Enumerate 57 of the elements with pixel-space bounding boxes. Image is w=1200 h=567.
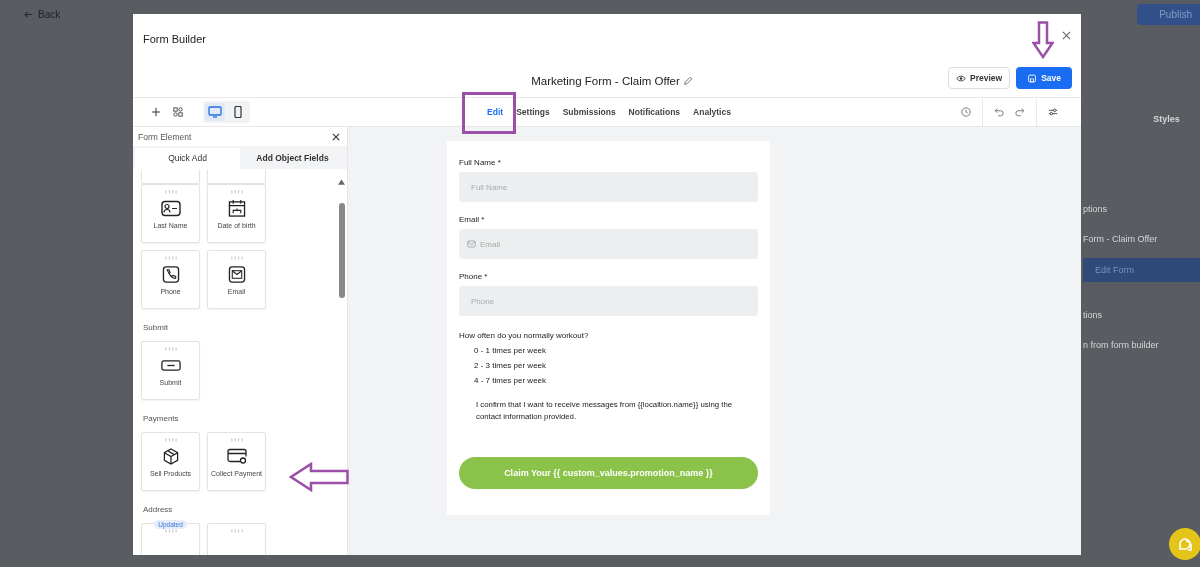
preview-button[interactable]: Preview [948,67,1011,90]
left-arrow [289,462,349,492]
element-card[interactable] [207,169,266,184]
nav-tab[interactable]: Notifications [628,107,681,117]
section-heading: Payments [142,413,180,425]
panel-title: Form Element [138,132,192,142]
section-heading: tions [1083,309,1103,322]
nav-tab[interactable]: Settings [516,107,550,117]
panel-tab[interactable]: Quick Add [135,148,240,169]
close-icon[interactable] [332,133,340,141]
down-arrow [1032,21,1054,59]
undo-icon[interactable] [994,107,1004,117]
mail-icon [226,266,247,283]
save-button[interactable]: Save [1016,67,1072,90]
contact-card-icon [160,200,181,217]
envelope-icon [467,240,476,248]
redo-icon[interactable] [1015,107,1025,117]
plus-icon[interactable] [151,107,161,117]
section-heading: Submit [142,322,169,334]
field-label: Email * [459,215,486,224]
option-label[interactable]: 2 - 3 times per week [459,361,758,370]
section-heading: ptions [1083,203,1109,216]
monitor-icon [208,106,222,118]
sliders-icon[interactable] [1048,107,1058,117]
section-heading: Address [142,504,174,516]
styles-tab[interactable]: Styles [1153,114,1180,124]
select-field[interactable]: n from form builder [1083,328,1200,362]
smartphone-icon [231,106,245,118]
option-label[interactable]: 0 - 1 times per week [459,346,758,355]
phone-icon [160,266,181,283]
form-name: Marketing Form - Claim Offer [531,74,680,87]
chat-icon[interactable] [1169,528,1200,560]
dialog-title: Form Builder [143,33,206,45]
field-label: Full Name * [459,158,502,167]
scroll-up-icon[interactable] [338,179,345,185]
nav-tab[interactable]: Analytics [693,107,731,117]
option-label[interactable]: 4 - 7 times per week [459,376,758,385]
scrollbar-thumb[interactable] [339,203,345,298]
history-icon[interactable] [961,107,971,117]
select-field[interactable]: Form - Claim Offer [1083,222,1200,256]
layers-icon[interactable] [173,107,183,117]
desktop-toggle[interactable] [205,103,225,121]
close-icon[interactable] [1062,30,1071,40]
eye-icon [956,73,966,83]
field-label: Phone * [459,272,489,281]
question-label: How often do you normally workout? [459,331,590,340]
nav-tab[interactable]: Submissions [562,107,616,117]
input-field[interactable]: Phone [459,286,758,316]
nav-tab[interactable]: Edit [487,107,504,117]
highlight-frame [462,92,516,134]
element-card[interactable] [141,169,200,184]
calendar-icon [226,200,247,217]
back-arrow-icon[interactable] [24,11,33,18]
input-field[interactable]: Email [459,229,758,259]
button-icon [160,357,181,374]
credit-card-icon [226,448,247,465]
pencil-icon[interactable] [682,75,693,86]
